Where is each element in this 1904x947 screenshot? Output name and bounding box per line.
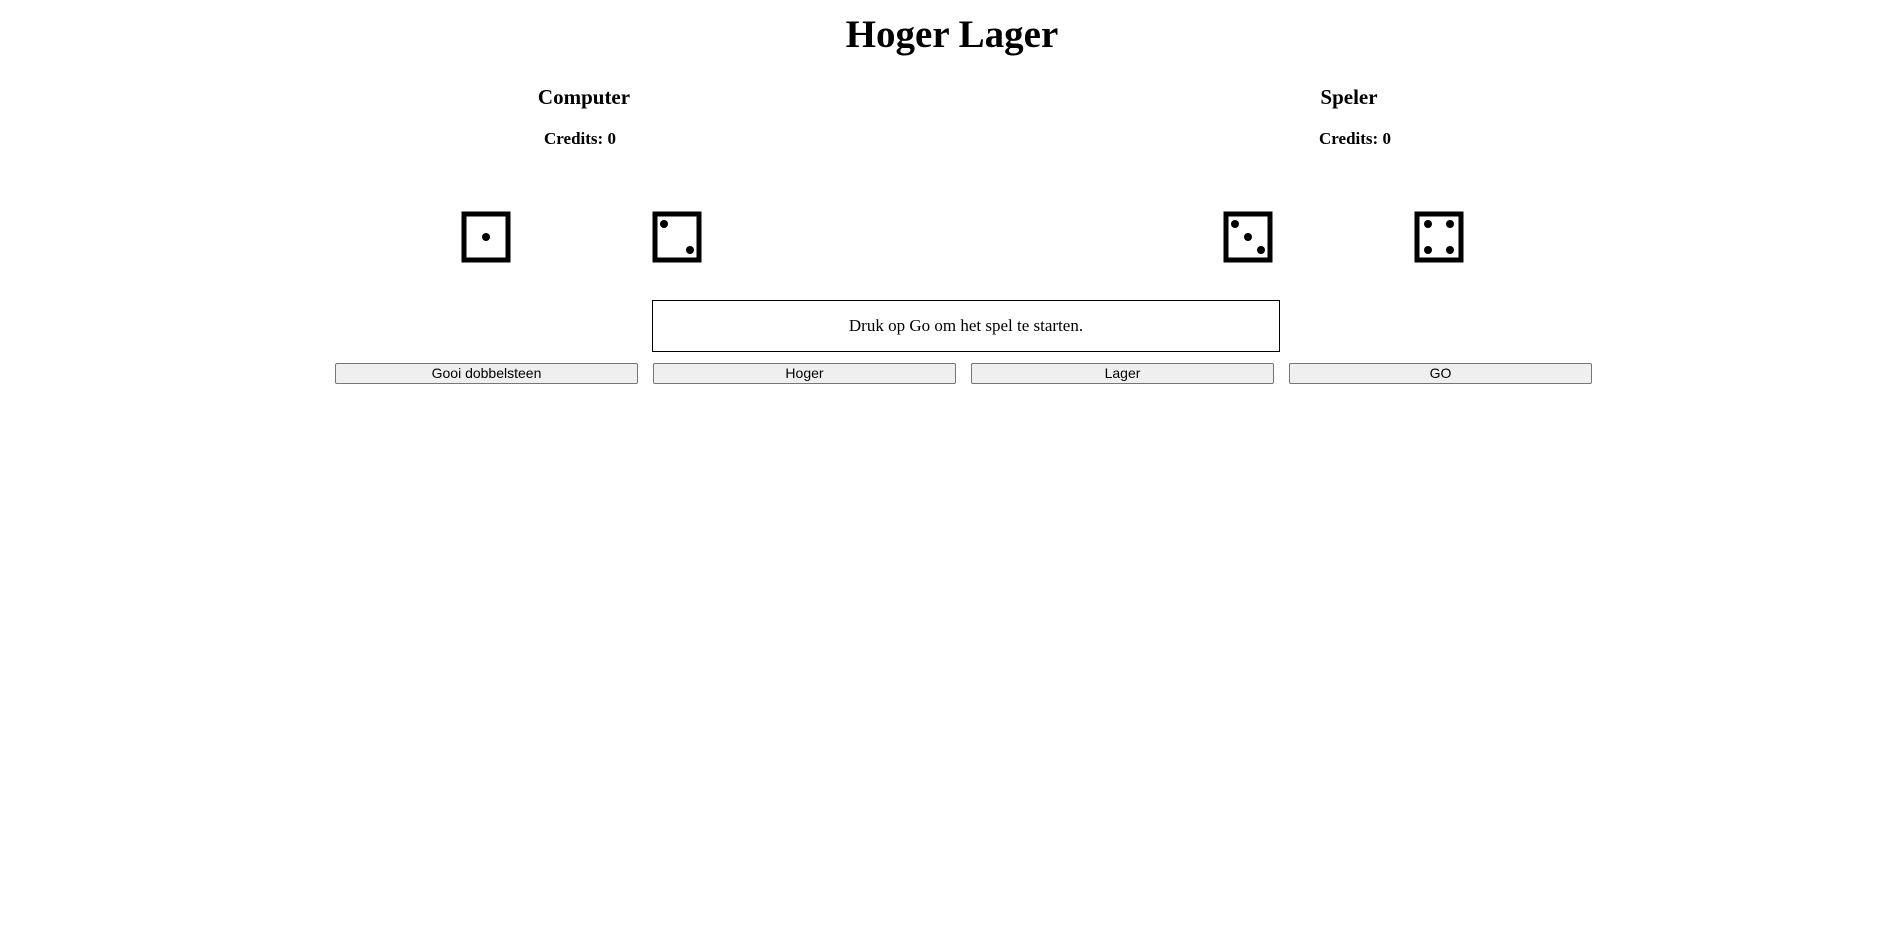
message-box: Druk op Go om het spel te starten. xyxy=(652,300,1280,352)
game-message: Druk op Go om het spel te starten. xyxy=(848,316,1084,335)
player-credits-value: 0 xyxy=(1382,129,1391,148)
lower-button[interactable]: Lager xyxy=(971,363,1274,384)
computer-name: Computer xyxy=(537,85,631,109)
computer-credits: Credits: 0 xyxy=(430,129,730,149)
player-credits: Credits: 0 xyxy=(1205,129,1505,149)
die-pip xyxy=(1231,220,1239,228)
roll-dice-button[interactable]: Gooi dobbelsteen xyxy=(335,363,638,384)
die-pip xyxy=(482,233,490,241)
die-frame xyxy=(1414,211,1464,263)
die-pip xyxy=(686,246,694,254)
player-credits-label: Credits: xyxy=(1319,129,1379,148)
computer-credits-label: Credits: xyxy=(544,129,604,148)
die-pip xyxy=(1244,233,1252,241)
die-pip xyxy=(1257,246,1265,254)
player-die-1 xyxy=(1223,211,1273,263)
die-pip xyxy=(1424,220,1432,228)
computer-die-2 xyxy=(652,211,702,263)
higher-button[interactable]: Hoger xyxy=(653,363,956,384)
go-button[interactable]: GO xyxy=(1289,363,1592,384)
computer-credits-value: 0 xyxy=(607,129,616,148)
game-title: Hoger Lager xyxy=(845,13,1059,56)
player-name: Speler xyxy=(1320,85,1378,109)
die-pip xyxy=(1424,246,1432,254)
die-pip xyxy=(660,220,668,228)
player-die-2 xyxy=(1414,211,1464,263)
die-pip xyxy=(1446,246,1454,254)
die-pip xyxy=(1446,220,1454,228)
computer-die-1 xyxy=(461,211,511,263)
